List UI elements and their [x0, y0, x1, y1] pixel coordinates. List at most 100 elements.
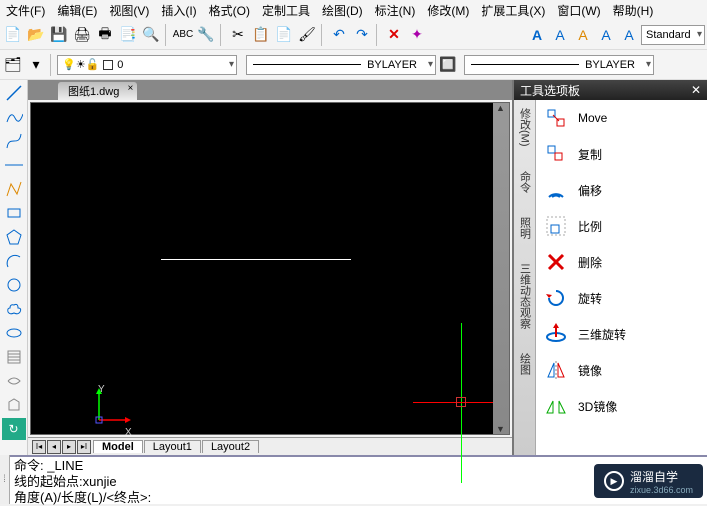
plot-icon[interactable]: 🖶 [94, 24, 116, 46]
palette-item-label: 三维旋转 [578, 326, 626, 343]
redo-icon[interactable]: ↷ [351, 24, 373, 46]
side-tab-draw[interactable]: 绘图 [517, 353, 533, 375]
menu-modify[interactable]: 修改(M) [427, 2, 469, 19]
cut-icon[interactable]: ✂ [227, 24, 249, 46]
layout-tab-model[interactable]: Model [93, 440, 143, 453]
menu-custom[interactable]: 定制工具 [262, 2, 310, 19]
palette-item-label: 镜像 [578, 362, 602, 379]
layout-tab-1[interactable]: Layout1 [144, 440, 201, 453]
audit-icon[interactable]: 🔧 [195, 24, 217, 46]
copy-icon[interactable]: 📋 [250, 24, 272, 46]
tool-palette: 工具选项板 ✕ 修改(M) 命令 照明 三维动态观察 绘图 Move 复制 [512, 80, 707, 455]
watermark-title: 溜溜自学 [630, 468, 693, 485]
palette-item-scale[interactable]: 比例 [536, 208, 707, 244]
ellipse-icon[interactable] [2, 322, 26, 344]
text-a5-icon[interactable]: A [618, 24, 640, 46]
close-icon[interactable]: ✕ [691, 83, 701, 97]
menu-dim[interactable]: 标注(N) [375, 2, 416, 19]
layer-combo-value: 0 [117, 59, 123, 71]
menu-format[interactable]: 格式(O) [209, 2, 250, 19]
hatch-icon[interactable] [2, 346, 26, 368]
palette-item-offset[interactable]: 偏移 [536, 172, 707, 208]
pline-icon[interactable] [2, 106, 26, 128]
side-tab-light[interactable]: 照明 [517, 217, 533, 239]
region-icon[interactable] [2, 394, 26, 416]
menu-ext[interactable]: 扩展工具(X) [481, 2, 545, 19]
palette-item-delete[interactable]: 删除 [536, 244, 707, 280]
text-a1-icon[interactable]: A [526, 24, 548, 46]
circle-icon[interactable] [2, 274, 26, 296]
erase-icon[interactable]: ✕ [383, 24, 405, 46]
explode-icon[interactable]: ✦ [406, 24, 428, 46]
text-a4-icon[interactable]: A [595, 24, 617, 46]
xline-icon[interactable] [2, 154, 26, 176]
find-icon[interactable]: 🔍 [140, 24, 162, 46]
tab-nav-last[interactable]: ▸I [77, 440, 91, 454]
side-tab-3dorbit[interactable]: 三维动态观察 [517, 263, 533, 329]
palette-header[interactable]: 工具选项板 ✕ [514, 80, 707, 100]
open-icon[interactable]: 📂 [25, 24, 47, 46]
palette-item-copy[interactable]: 复制 [536, 136, 707, 172]
text-a3-icon[interactable]: A [572, 24, 594, 46]
save-icon[interactable]: 💾 [48, 24, 70, 46]
preview-icon[interactable]: 📑 [117, 24, 139, 46]
spell-icon[interactable]: ABC [172, 24, 194, 46]
drawing-viewport[interactable]: Y X [30, 102, 510, 435]
undo-icon[interactable]: ↶ [328, 24, 350, 46]
match-icon[interactable]: 🖌 [296, 24, 318, 46]
palette-item-rotate[interactable]: 旋转 [536, 280, 707, 316]
side-tab-cmd[interactable]: 命令 [517, 171, 533, 193]
palette-item-mirror[interactable]: 镜像 [536, 352, 707, 388]
menu-file[interactable]: 文件(F) [6, 2, 45, 19]
menu-edit[interactable]: 编辑(E) [57, 2, 97, 19]
menu-bar: 文件(F) 编辑(E) 视图(V) 插入(I) 格式(O) 定制工具 绘图(D)… [0, 0, 707, 20]
palette-item-label: Move [578, 111, 607, 125]
command-handle[interactable]: ⁞ [0, 455, 10, 504]
menu-draw[interactable]: 绘图(D) [322, 2, 363, 19]
tab-nav-next[interactable]: ▸ [62, 440, 76, 454]
layer-combo[interactable]: 💡 ☀ 🔓 0 [57, 55, 237, 75]
text-a2-icon[interactable]: A [549, 24, 571, 46]
paste-icon[interactable]: 📄 [273, 24, 295, 46]
new-icon[interactable]: 📄 [2, 24, 24, 46]
toolbar-layers: 🗂 ▾ 💡 ☀ 🔓 0 BYLAYER 🔲 BYLAYER [0, 50, 707, 80]
rect-icon[interactable] [2, 202, 26, 224]
layout-tab-2[interactable]: Layout2 [202, 440, 259, 453]
palette-item-move[interactable]: Move [536, 100, 707, 136]
revcloud-icon[interactable] [2, 298, 26, 320]
arc-icon[interactable] [2, 250, 26, 272]
layer-states-icon[interactable]: ▾ [25, 54, 47, 76]
palette-item-label: 复制 [578, 146, 602, 163]
palette-title: 工具选项板 [520, 82, 580, 99]
layer-manager-icon[interactable]: 🗂 [2, 54, 24, 76]
refresh-icon[interactable]: ↻ [2, 418, 26, 440]
separator [165, 24, 169, 46]
style-combo[interactable]: Standard [641, 25, 705, 45]
side-tab-modify[interactable]: 修改(M) [517, 108, 533, 147]
palette-item-3drotate[interactable]: 三维旋转 [536, 316, 707, 352]
menu-view[interactable]: 视图(V) [109, 2, 149, 19]
polyline-icon[interactable] [2, 178, 26, 200]
polygon-icon[interactable] [2, 226, 26, 248]
color-icon[interactable]: 🔲 [437, 54, 459, 76]
gradient-icon[interactable] [2, 370, 26, 392]
ucs-icon [93, 386, 133, 426]
bulb-icon: 💡 [62, 58, 76, 71]
vertical-scrollbar[interactable] [493, 103, 509, 434]
tab-nav-prev[interactable]: ◂ [47, 440, 61, 454]
cursor-pickbox [456, 397, 466, 407]
menu-insert[interactable]: 插入(I) [161, 2, 196, 19]
menu-help[interactable]: 帮助(H) [613, 2, 654, 19]
doc-tab[interactable]: 图纸1.dwg [58, 82, 137, 100]
menu-window[interactable]: 窗口(W) [557, 2, 600, 19]
linetype-combo-left[interactable]: BYLAYER [246, 55, 436, 75]
line-icon[interactable] [2, 82, 26, 104]
palette-item-3dmirror[interactable]: 3D镜像 [536, 388, 707, 424]
linetype-combo-right[interactable]: BYLAYER [464, 55, 654, 75]
saveas-icon[interactable]: 🖨 [71, 24, 93, 46]
tab-nav-first[interactable]: I◂ [32, 440, 46, 454]
watermark-button[interactable]: ▶ 溜溜自学 zixue.3d66.com [594, 464, 703, 498]
palette-item-label: 3D镜像 [578, 398, 617, 415]
spline-icon[interactable] [2, 130, 26, 152]
palette-item-label: 删除 [578, 254, 602, 271]
